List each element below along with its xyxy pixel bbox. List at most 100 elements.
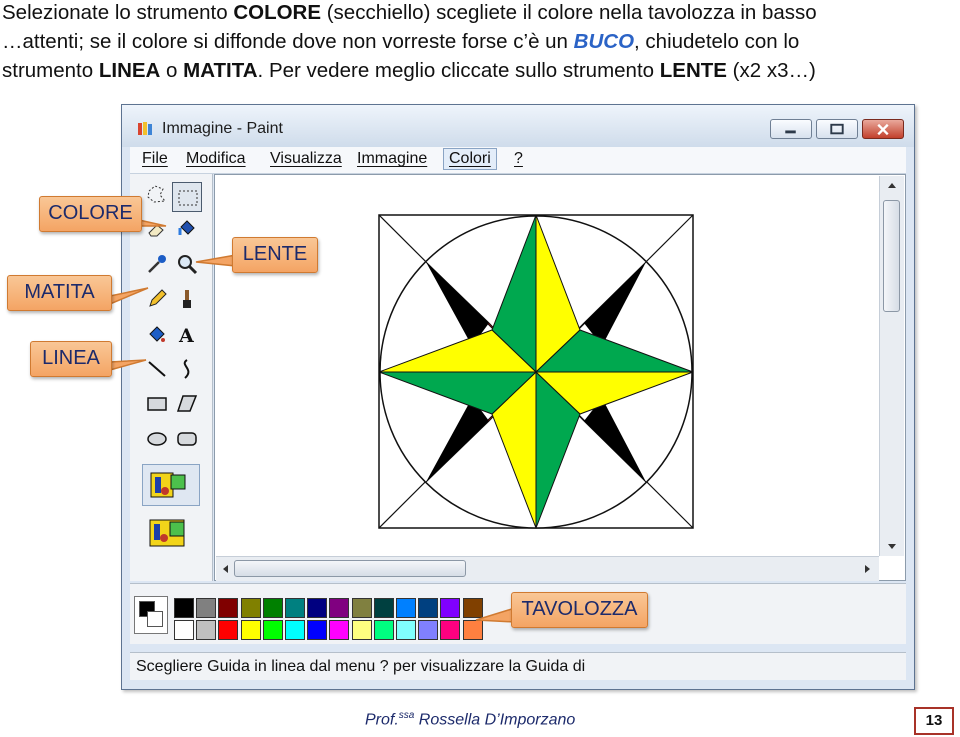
- palette-swatch[interactable]: [262, 598, 283, 618]
- ellipse-tool[interactable]: [142, 424, 172, 454]
- menu-modifica[interactable]: Modifica: [182, 150, 250, 168]
- palette-swatch[interactable]: [307, 620, 328, 640]
- fill-option-opaque[interactable]: [142, 512, 200, 554]
- maximize-button[interactable]: [816, 119, 858, 139]
- menu-help[interactable]: ?: [510, 150, 527, 168]
- instructions-text: Selezionate lo strumento COLORE (secchie…: [2, 0, 952, 85]
- eyedropper-icon: [148, 255, 166, 273]
- palette-swatch[interactable]: [218, 620, 239, 640]
- current-colors[interactable]: [134, 596, 168, 634]
- palette-swatch[interactable]: [396, 620, 416, 640]
- airbrush-tool[interactable]: [142, 319, 172, 349]
- callout-linea: LINEA: [30, 341, 112, 377]
- palette-swatch[interactable]: [285, 620, 305, 640]
- palette-swatch[interactable]: [329, 620, 350, 640]
- palette-swatch[interactable]: [240, 620, 261, 640]
- polygon-tool[interactable]: [172, 389, 202, 419]
- close-button[interactable]: [862, 119, 904, 139]
- callout-tavolozza: TAVOLOZZA: [511, 592, 648, 628]
- palette-swatch[interactable]: [196, 598, 217, 618]
- window-title: Immagine - Paint: [162, 120, 283, 137]
- polygon-icon: [176, 395, 198, 412]
- ellipse-icon: [147, 432, 167, 446]
- palette-swatch[interactable]: [307, 598, 328, 618]
- airbrush-icon: [149, 326, 165, 342]
- color-picker-tool[interactable]: [142, 249, 172, 279]
- scroll-down-icon[interactable]: [880, 540, 904, 554]
- callout-matita: MATITA: [7, 275, 112, 311]
- text-tool[interactable]: A: [172, 319, 202, 349]
- curve-tool[interactable]: [172, 354, 202, 384]
- palette-swatch[interactable]: [373, 598, 394, 618]
- palette-swatch[interactable]: [418, 598, 439, 618]
- vertical-scroll-thumb[interactable]: [883, 200, 900, 312]
- rectangle-tool[interactable]: [142, 389, 172, 419]
- scroll-left-icon[interactable]: [218, 557, 232, 581]
- rect-select-tool[interactable]: [172, 182, 202, 212]
- status-bar: Scegliere Guida in linea dal menu ? per …: [130, 652, 906, 680]
- palette-swatch[interactable]: [240, 598, 261, 618]
- palette-swatch[interactable]: [196, 620, 217, 640]
- scroll-up-icon[interactable]: [880, 178, 904, 192]
- palette-swatch[interactable]: [373, 620, 394, 640]
- vertical-scrollbar[interactable]: [879, 176, 904, 556]
- line-tool[interactable]: [142, 354, 172, 384]
- canvas-area: [214, 174, 906, 581]
- callout-lente: LENTE: [232, 237, 318, 273]
- instruction-line-1: Selezionate lo strumento COLORE (secchie…: [2, 1, 817, 24]
- magnifier-tool[interactable]: [172, 249, 202, 279]
- horizontal-scroll-thumb[interactable]: [234, 560, 466, 577]
- eraser-tool[interactable]: [142, 214, 172, 244]
- palette-swatch[interactable]: [418, 620, 439, 640]
- palette-swatch[interactable]: [440, 620, 461, 640]
- rectangle-icon: [147, 397, 167, 411]
- maximize-icon: [830, 123, 844, 135]
- palette-swatch[interactable]: [218, 598, 239, 618]
- scroll-right-icon[interactable]: [861, 557, 875, 581]
- rounded-rectangle-tool[interactable]: [172, 424, 202, 454]
- toolbox: A: [130, 174, 213, 581]
- brush-tool[interactable]: [172, 284, 202, 314]
- pencil-icon: [149, 289, 167, 307]
- palette-swatch[interactable]: [329, 598, 350, 618]
- status-text: Scegliere Guida in linea dal menu ? per …: [136, 658, 586, 675]
- palette-swatch[interactable]: [351, 598, 372, 618]
- menu-bar: File Modifica Visualizza Immagine Colori…: [130, 147, 906, 174]
- magnifier-icon: [178, 255, 198, 275]
- minimize-button[interactable]: [770, 119, 812, 139]
- palette-swatch[interactable]: [351, 620, 372, 640]
- fill-option-transparent[interactable]: [142, 464, 200, 506]
- title-bar[interactable]: Immagine - Paint: [122, 105, 914, 147]
- menu-visualizza[interactable]: Visualizza: [266, 150, 346, 168]
- callout-colore: COLORE: [39, 196, 142, 232]
- palette-swatch[interactable]: [262, 620, 283, 640]
- curve-icon: [183, 359, 190, 379]
- free-select-tool[interactable]: [142, 180, 172, 210]
- palette-swatch[interactable]: [440, 598, 461, 618]
- minimize-icon: [785, 130, 796, 134]
- pencil-tool[interactable]: [142, 284, 172, 314]
- close-icon: [877, 123, 889, 136]
- menu-colori[interactable]: Colori: [443, 148, 497, 170]
- free-select-icon: [147, 185, 166, 203]
- rect-select-icon: [178, 190, 198, 206]
- palette-swatch[interactable]: [285, 598, 305, 618]
- fill-tool[interactable]: [172, 214, 202, 244]
- fill-opaque-icon: [150, 472, 186, 498]
- line-icon: [148, 361, 166, 377]
- menu-file[interactable]: File: [138, 150, 172, 168]
- menu-immagine[interactable]: Immagine: [353, 150, 431, 168]
- palette-swatch[interactable]: [462, 620, 483, 640]
- instruction-line-3: strumento LINEA o MATITA. Per vedere meg…: [2, 59, 816, 82]
- author-credit: Prof.ssa Rossella D’Imporzano: [365, 710, 576, 729]
- text-icon: A: [178, 325, 194, 346]
- palette-swatch[interactable]: [174, 620, 194, 640]
- drawing-canvas[interactable]: [215, 175, 905, 580]
- eraser-icon: [148, 224, 164, 237]
- horizontal-scrollbar[interactable]: [216, 556, 879, 581]
- secondary-color-swatch: [147, 611, 163, 627]
- brush-icon: [183, 290, 191, 308]
- palette-swatch[interactable]: [174, 598, 194, 618]
- palette-swatch[interactable]: [396, 598, 416, 618]
- palette-swatch[interactable]: [462, 598, 483, 618]
